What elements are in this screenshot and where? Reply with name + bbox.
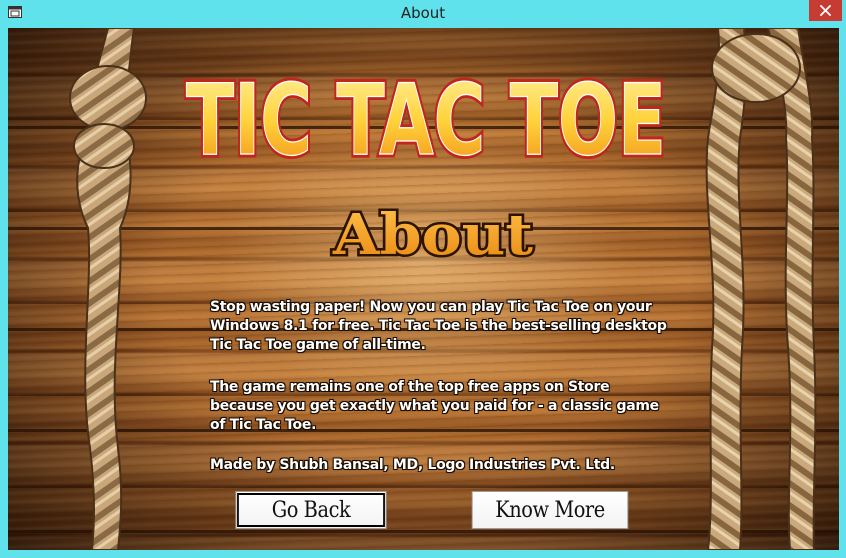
close-icon <box>820 5 831 16</box>
about-heading: About <box>329 200 535 271</box>
description-paragraph: Stop wasting paper! Now you can play Tic… <box>210 299 667 353</box>
close-button[interactable] <box>809 0 842 21</box>
title-bar[interactable]: About <box>0 0 846 26</box>
store-paragraph: The game remains one of the top free app… <box>210 379 659 433</box>
go-back-button[interactable]: Go Back <box>235 491 387 529</box>
svg-text:About: About <box>332 202 533 268</box>
about-window: About TIC TAC TOE TIC TAC TOE About Stop… <box>0 0 846 558</box>
tic-tac-toe-logo: TIC TAC TOE TIC TAC TOE <box>183 61 670 175</box>
know-more-button[interactable]: Know More <box>471 491 629 529</box>
left-rope-image <box>69 28 147 550</box>
about-content: TIC TAC TOE TIC TAC TOE About Stop wasti… <box>8 28 839 550</box>
right-rope-image <box>705 28 817 550</box>
svg-text:TIC TAC TOE: TIC TAC TOE <box>186 64 666 174</box>
window-title: About <box>400 4 446 22</box>
credits-text: Made by Shubh Bansal, MD, Logo Industrie… <box>210 457 615 473</box>
